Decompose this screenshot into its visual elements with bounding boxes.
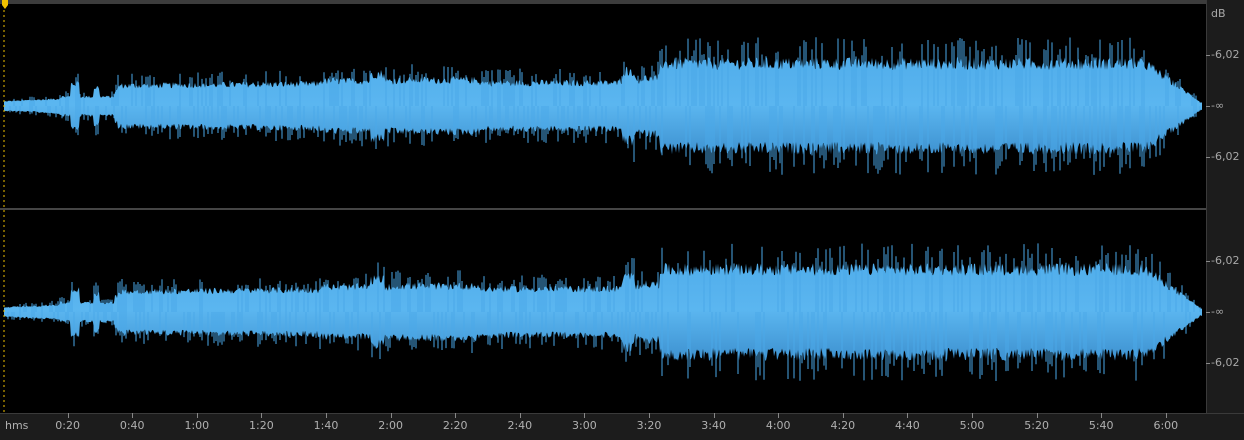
time-label: 2:20 (442, 419, 468, 432)
channel-2-waveform[interactable] (4, 243, 1202, 381)
time-label: 4:20 (830, 419, 856, 432)
db-tick (1206, 55, 1210, 56)
time-label: 5:00 (959, 419, 985, 432)
time-tick (972, 413, 973, 418)
time-label: 0:20 (55, 419, 80, 432)
db-tick (1206, 106, 1210, 107)
db-label: -∞ (1211, 305, 1225, 318)
db-label: -∞ (1211, 99, 1225, 112)
time-units-label: hms (5, 419, 29, 432)
time-label: 5:40 (1088, 419, 1114, 432)
time-label: 3:00 (572, 419, 597, 432)
time-tick (714, 413, 715, 418)
time-tick (649, 413, 650, 418)
db-tick (1206, 363, 1210, 364)
playhead-marker-icon[interactable] (1, 0, 9, 10)
time-label: 5:20 (1024, 419, 1049, 432)
time-label: 3:40 (701, 419, 726, 432)
db-tick (1206, 312, 1210, 313)
time-label: 4:00 (765, 419, 791, 432)
time-label: 2:00 (378, 419, 403, 432)
time-label: 1:00 (184, 419, 210, 432)
time-label: 1:40 (313, 419, 339, 432)
time-tick (132, 413, 133, 418)
db-label: -6,02 (1211, 150, 1240, 163)
time-tick (1101, 413, 1102, 418)
time-label: 4:40 (895, 419, 920, 432)
time-tick (778, 413, 779, 418)
waveform-editor[interactable]: dB -6,02 -∞ -6,02 -6,02 -∞ -6,02 hms 0:2… (0, 0, 1244, 440)
time-label: 0:40 (119, 419, 145, 432)
db-tick (1206, 157, 1210, 158)
waveform-canvas[interactable] (0, 0, 1206, 413)
db-tick (1206, 261, 1210, 262)
time-tick (907, 413, 908, 418)
db-label: -6,02 (1211, 254, 1240, 267)
time-label: 2:40 (507, 419, 533, 432)
time-tick (68, 413, 69, 418)
time-label: 3:20 (636, 419, 662, 432)
time-tick (1166, 413, 1167, 418)
time-tick (1037, 413, 1038, 418)
time-tick (391, 413, 392, 418)
db-label: -6,02 (1211, 48, 1240, 61)
time-label: 6:00 (1153, 419, 1179, 432)
channel-1-waveform[interactable] (4, 37, 1202, 175)
time-tick (455, 413, 456, 418)
time-tick (584, 413, 585, 418)
time-tick (326, 413, 327, 418)
db-unit-label: dB (1211, 7, 1226, 20)
db-ruler (1206, 0, 1244, 414)
time-tick (261, 413, 262, 418)
time-tick (197, 413, 198, 418)
db-label: -6,02 (1211, 356, 1240, 369)
time-tick (520, 413, 521, 418)
time-tick (843, 413, 844, 418)
time-label: 1:20 (249, 419, 274, 432)
